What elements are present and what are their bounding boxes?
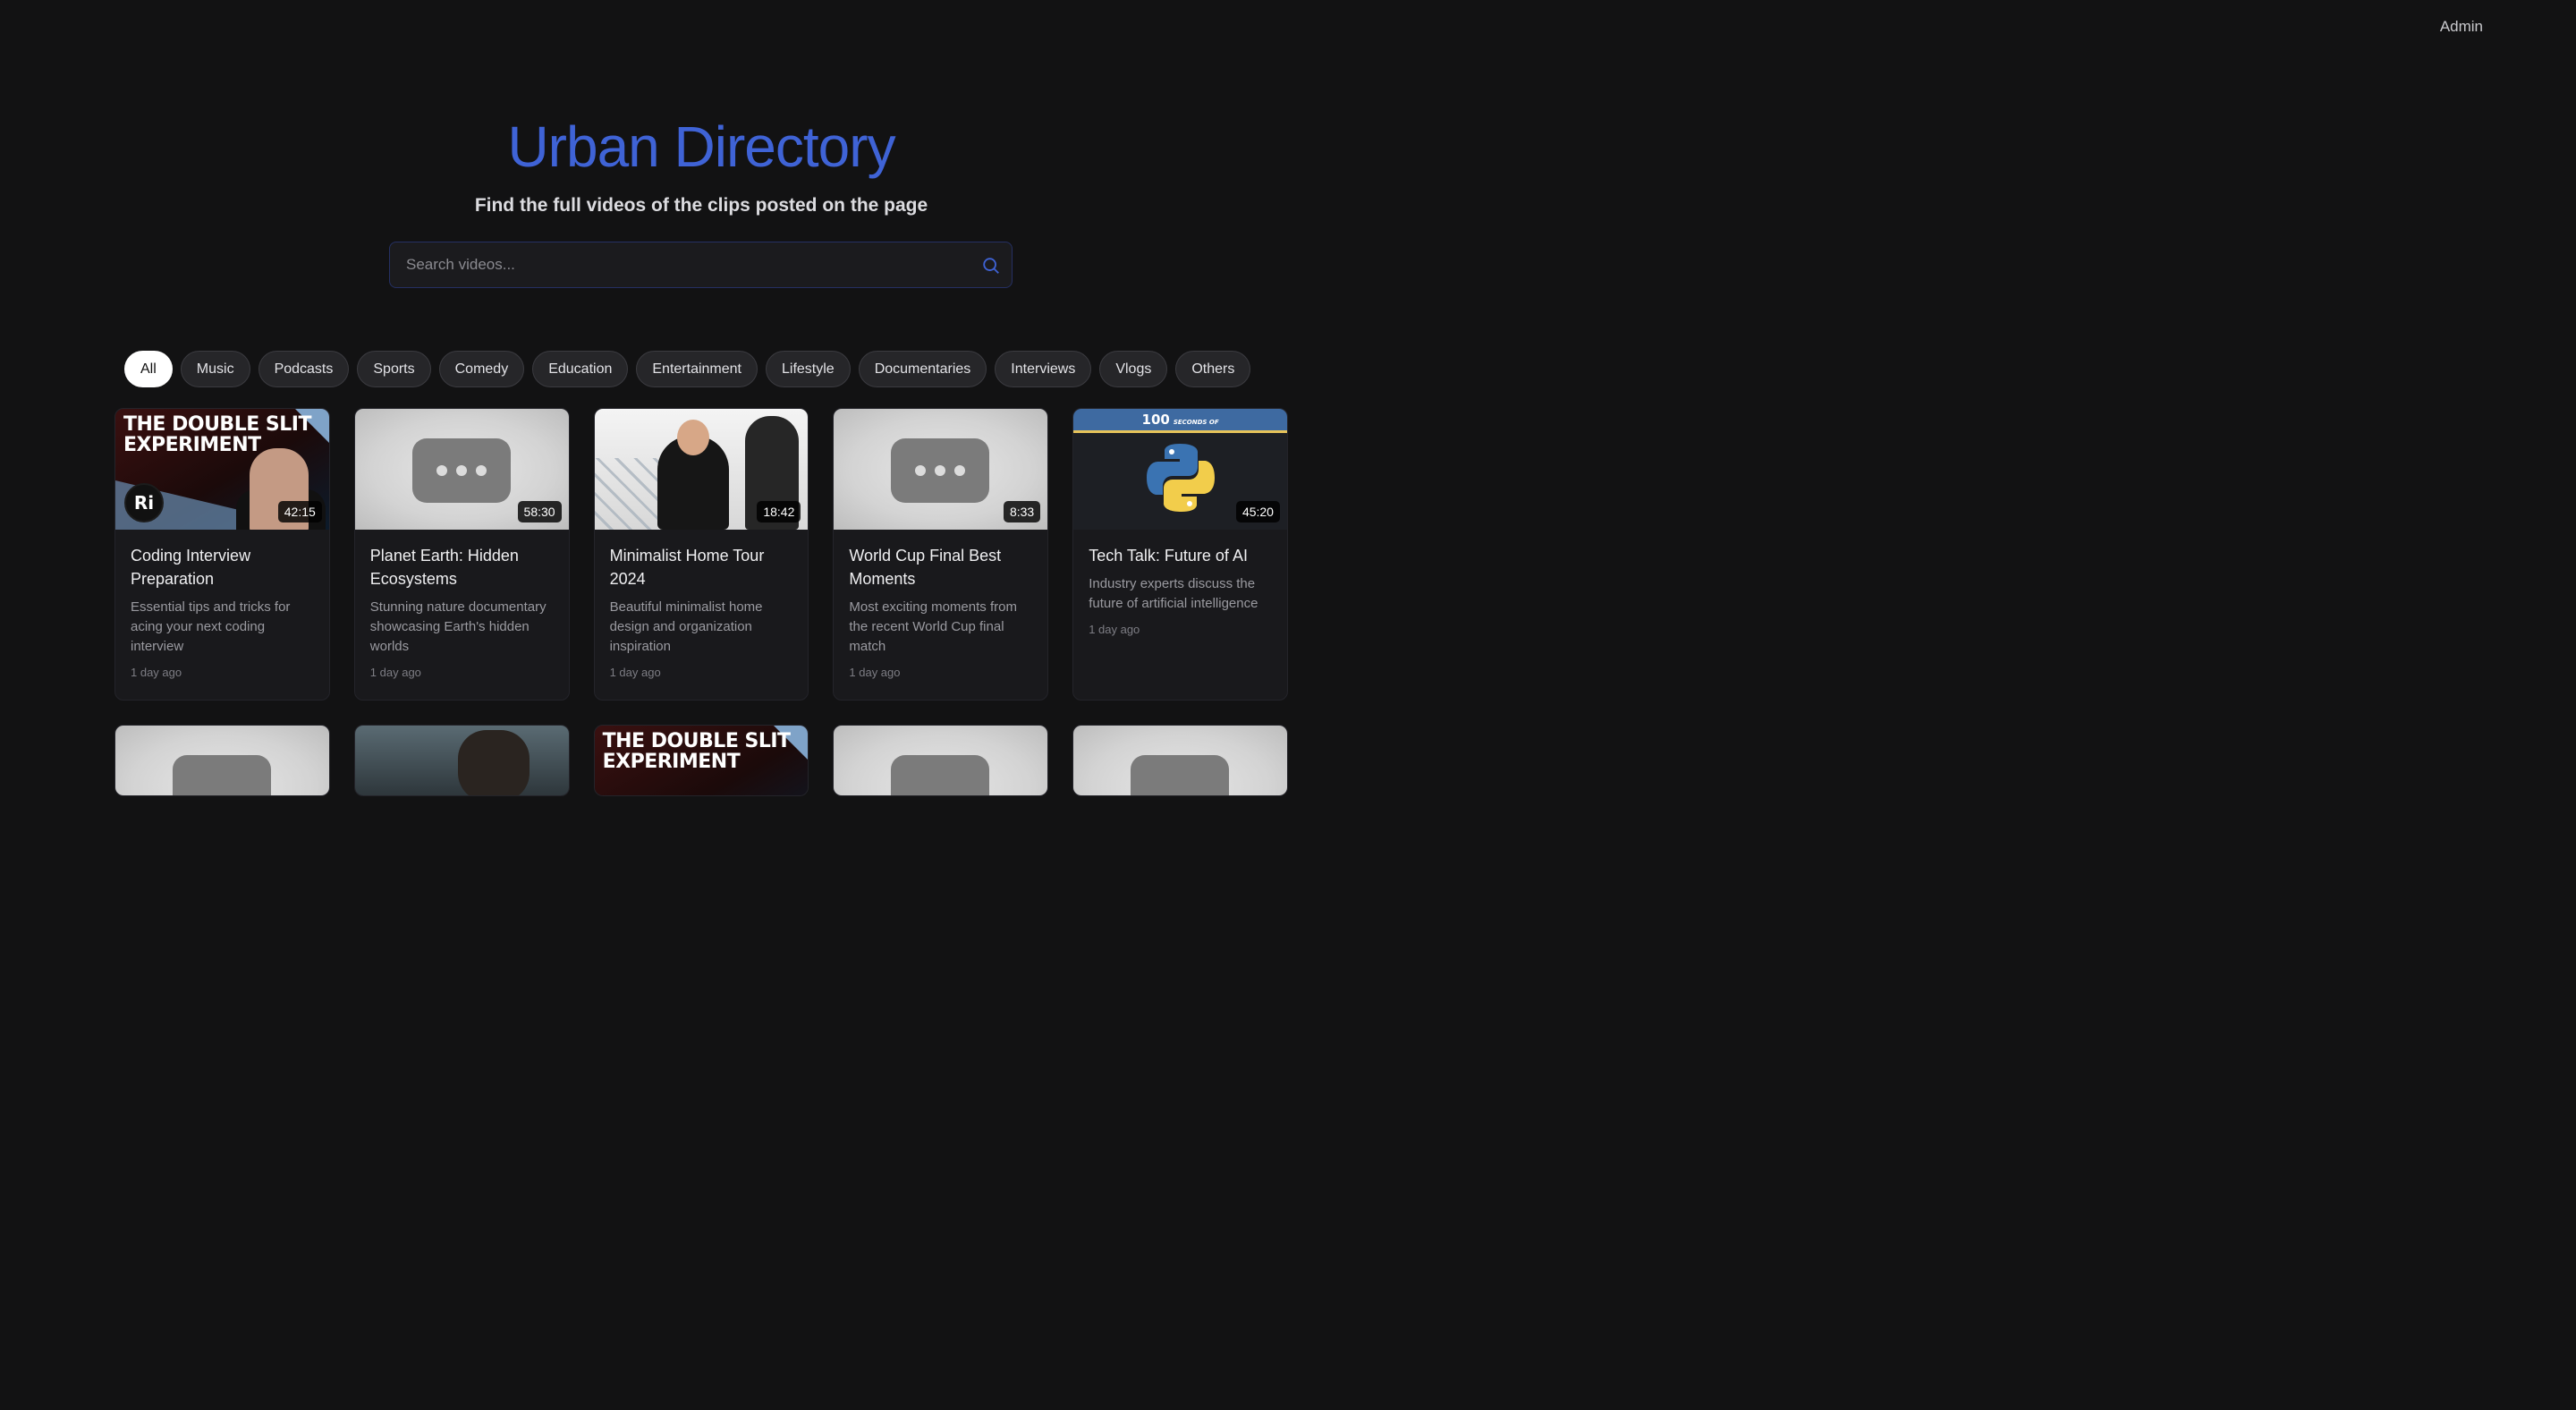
filter-comedy[interactable]: Comedy: [438, 351, 525, 387]
category-filters: All Music Podcasts Sports Comedy Educati…: [124, 351, 1251, 387]
video-description: Industry experts discuss the future of a…: [1089, 576, 1258, 611]
video-thumbnail[interactable]: THE DOUBLE SLIT EXPERIMENT Ri 42:15: [115, 409, 329, 530]
video-duration: 8:33: [1003, 501, 1041, 522]
search-icon[interactable]: [981, 256, 1001, 276]
video-thumbnail[interactable]: [834, 726, 1048, 795]
admin-link[interactable]: Admin: [2440, 18, 2483, 36]
video-thumbnail[interactable]: THE DOUBLE SLIT EXPERIMENT: [594, 726, 809, 795]
video-thumbnail[interactable]: 58:30: [354, 409, 569, 530]
video-card[interactable]: [353, 725, 570, 796]
video-card[interactable]: 100 SECONDS OF 45:20 Tech Talk: Future of…: [1072, 408, 1288, 701]
video-thumbnail[interactable]: [354, 726, 569, 795]
video-duration: 58:30: [517, 501, 562, 522]
placeholder-icon: [891, 755, 990, 795]
page-subtitle: Find the full videos of the clips posted…: [474, 195, 928, 216]
video-grid: THE DOUBLE SLIT EXPERIMENT Ri 42:15 Codi…: [114, 408, 1288, 796]
filter-lifestyle[interactable]: Lifestyle: [765, 351, 851, 387]
placeholder-icon: [1131, 755, 1230, 795]
video-thumbnail[interactable]: 8:33: [834, 409, 1048, 530]
filter-vlogs[interactable]: Vlogs: [1099, 351, 1168, 387]
search-input[interactable]: [390, 242, 1012, 287]
video-description: Essential tips and tricks for acing your…: [131, 599, 291, 654]
video-title[interactable]: World Cup Final Best Moments: [849, 544, 1032, 590]
python-logo-icon: [1147, 444, 1216, 512]
thumbnail-figure: [457, 730, 530, 795]
video-thumbnail[interactable]: 100 SECONDS OF 45:20: [1073, 409, 1287, 530]
video-card[interactable]: [833, 725, 1049, 796]
video-duration: 42:15: [277, 501, 322, 522]
video-thumbnail[interactable]: [1073, 726, 1287, 795]
filter-education[interactable]: Education: [532, 351, 629, 387]
video-row: THE DOUBLE SLIT EXPERIMENT: [114, 725, 1288, 796]
video-card[interactable]: 18:42 Minimalist Home Tour 2024 Beautifu…: [593, 408, 809, 701]
video-time: 1 day ago: [1089, 623, 1140, 636]
video-description: Most exciting moments from the recent Wo…: [849, 599, 1017, 654]
video-description: Beautiful minimalist home design and org…: [609, 599, 763, 654]
video-card[interactable]: THE DOUBLE SLIT EXPERIMENT: [593, 725, 809, 796]
video-card[interactable]: [114, 725, 330, 796]
video-title[interactable]: Minimalist Home Tour 2024: [610, 544, 793, 590]
thumbnail-figure: [676, 420, 709, 455]
thumbnail-text: THE DOUBLE SLIT EXPERIMENT: [602, 730, 791, 773]
filter-entertainment[interactable]: Entertainment: [636, 351, 758, 387]
video-card[interactable]: [1072, 725, 1288, 796]
video-thumbnail[interactable]: [115, 726, 329, 795]
video-title[interactable]: Planet Earth: Hidden Ecosystems: [370, 544, 554, 590]
filter-documentaries[interactable]: Documentaries: [858, 351, 987, 387]
thumbnail-banner: 100 SECONDS OF: [1073, 409, 1287, 433]
video-title[interactable]: Tech Talk: Future of AI: [1089, 544, 1272, 567]
video-title[interactable]: Coding Interview Preparation: [131, 544, 314, 590]
video-time: 1 day ago: [609, 666, 661, 679]
channel-logo: Ri: [124, 483, 164, 522]
search-bar: [389, 242, 1013, 288]
page-title: Urban Directory: [507, 115, 895, 179]
placeholder-icon: [891, 438, 990, 503]
video-card[interactable]: 8:33 World Cup Final Best Moments Most e…: [833, 408, 1049, 701]
hero: Urban Directory Find the full videos of …: [0, 115, 1402, 217]
filter-music[interactable]: Music: [180, 351, 250, 387]
video-time: 1 day ago: [849, 666, 901, 679]
thumbnail-text: THE DOUBLE SLIT EXPERIMENT: [123, 413, 311, 456]
video-time: 1 day ago: [369, 666, 421, 679]
video-duration: 18:42: [757, 501, 801, 522]
video-duration: 45:20: [1235, 501, 1280, 522]
video-card[interactable]: 58:30 Planet Earth: Hidden Ecosystems St…: [353, 408, 570, 701]
filter-interviews[interactable]: Interviews: [995, 351, 1092, 387]
filter-sports[interactable]: Sports: [357, 351, 431, 387]
placeholder-icon: [173, 755, 271, 795]
video-thumbnail[interactable]: 18:42: [594, 409, 809, 530]
filter-podcasts[interactable]: Podcasts: [258, 351, 350, 387]
filter-all[interactable]: All: [124, 351, 173, 387]
placeholder-icon: [411, 438, 511, 503]
filter-others[interactable]: Others: [1175, 351, 1251, 387]
video-card[interactable]: THE DOUBLE SLIT EXPERIMENT Ri 42:15 Codi…: [114, 408, 330, 701]
video-time: 1 day ago: [131, 666, 182, 679]
video-description: Stunning nature documentary showcasing E…: [369, 599, 547, 654]
video-row: THE DOUBLE SLIT EXPERIMENT Ri 42:15 Codi…: [114, 408, 1288, 701]
